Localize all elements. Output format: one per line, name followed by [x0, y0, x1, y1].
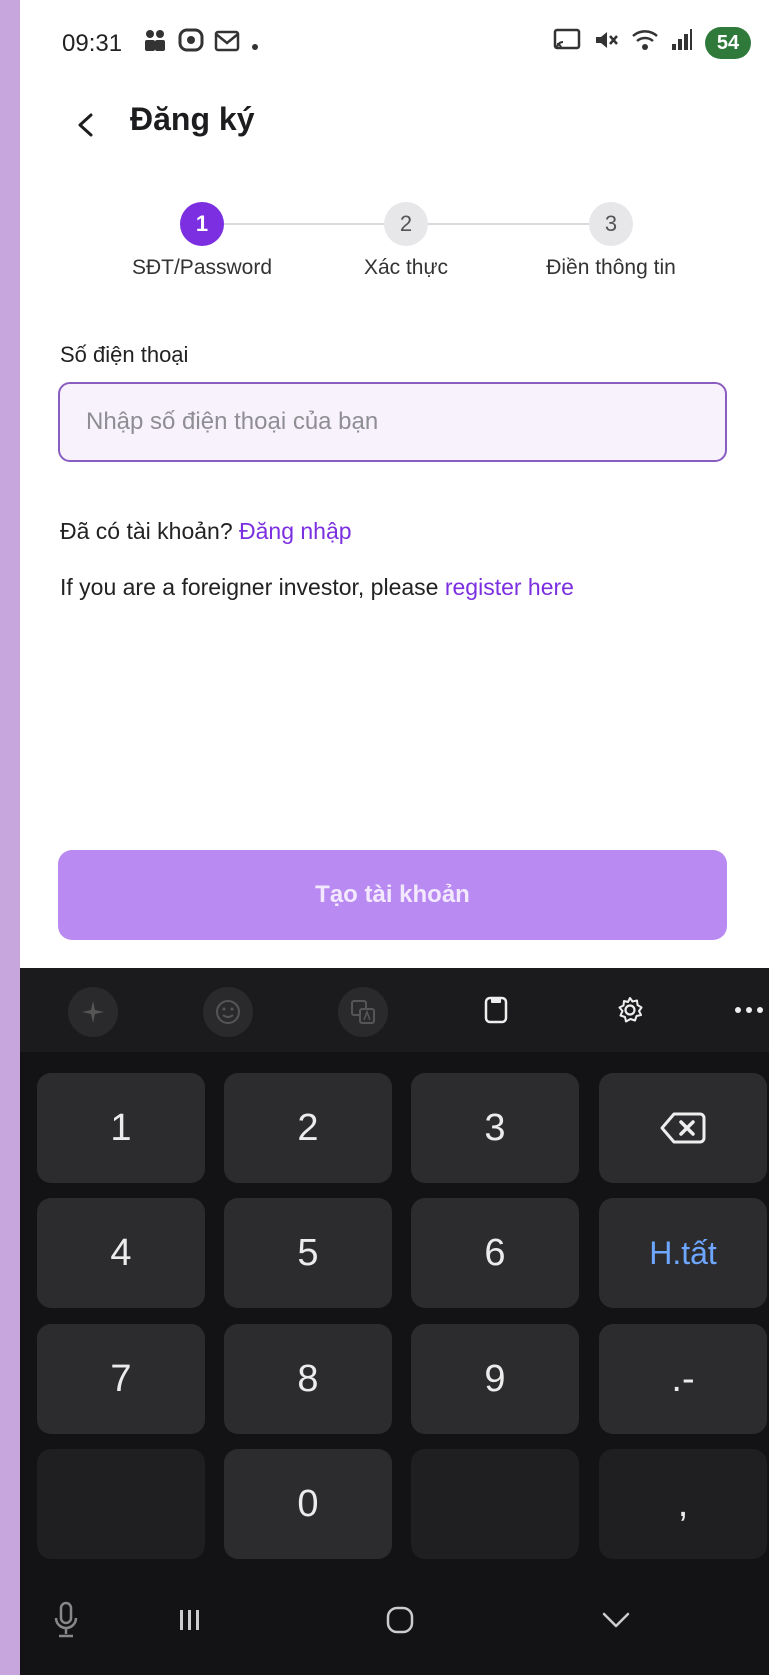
key-0[interactable]: 0 [224, 1449, 392, 1559]
status-time: 09:31 [62, 30, 123, 57]
wifi-icon [631, 28, 659, 58]
foreigner-prompt: If you are a foreigner investor, please … [60, 574, 574, 601]
phone-number-input[interactable] [58, 382, 727, 462]
done-key[interactable]: H.tất [599, 1198, 767, 1308]
more-icon[interactable] [724, 988, 769, 1032]
step-2-label: Xác thực [363, 256, 449, 279]
page-title: Đăng ký [130, 101, 255, 137]
backspace-icon [660, 1112, 706, 1144]
microphone-icon[interactable] [46, 1598, 86, 1642]
step-2-indicator: 2 [384, 202, 428, 246]
home-icon[interactable] [380, 1600, 420, 1640]
mute-icon [593, 28, 619, 58]
emoji-icon[interactable] [203, 987, 253, 1037]
system-icons: 54 [553, 27, 751, 59]
phone-screen: 09:31 54 Đăng ký 1 2 3 SĐT/Password Xác … [20, 0, 769, 1675]
hide-keyboard-icon[interactable] [596, 1600, 636, 1640]
settings-icon[interactable] [605, 988, 655, 1032]
login-prompt: Đã có tài khoản? Đăng nhập [60, 518, 352, 545]
key-1[interactable]: 1 [37, 1073, 205, 1183]
backspace-key[interactable] [599, 1073, 767, 1183]
numeric-keyboard: 1 2 3 4 5 6 H.tất 7 8 9 .- 0 , [20, 968, 769, 1675]
key-4[interactable]: 4 [37, 1198, 205, 1308]
navigation-bar [20, 1568, 769, 1675]
dot-dash-key[interactable]: .- [599, 1324, 767, 1434]
key-2[interactable]: 2 [224, 1073, 392, 1183]
login-prompt-text: Đã có tài khoản? [60, 518, 233, 544]
key-6[interactable]: 6 [411, 1198, 579, 1308]
key-8[interactable]: 8 [224, 1324, 392, 1434]
battery-indicator: 54 [705, 27, 751, 59]
dot-icon [250, 31, 260, 59]
sparkle-icon[interactable] [68, 987, 118, 1037]
foreigner-prompt-text: If you are a foreigner investor, please [60, 574, 439, 600]
clipboard-icon[interactable] [471, 988, 521, 1032]
create-account-button[interactable]: Tạo tài khoản [58, 850, 727, 940]
people-icon [142, 29, 168, 60]
cast-icon [553, 28, 581, 58]
empty-key-right [411, 1449, 579, 1559]
page-header: Đăng ký [20, 95, 769, 155]
back-arrow-icon[interactable] [68, 107, 104, 143]
key-3[interactable]: 3 [411, 1073, 579, 1183]
step-connector [428, 223, 589, 225]
registration-stepper: 1 2 3 SĐT/Password Xác thực Điền thông t… [20, 200, 769, 290]
key-5[interactable]: 5 [224, 1198, 392, 1308]
translate-icon[interactable] [338, 987, 388, 1037]
empty-key-left [37, 1449, 205, 1559]
comma-key[interactable]: , [599, 1449, 767, 1559]
step-connector [221, 223, 384, 225]
step-3-label: Điền thông tin [546, 256, 676, 279]
register-here-link[interactable]: register here [445, 574, 574, 600]
gmail-icon [214, 30, 240, 59]
recent-apps-icon[interactable] [170, 1600, 210, 1640]
status-bar: 09:31 54 [20, 0, 769, 100]
step-3-indicator: 3 [589, 202, 633, 246]
phone-field-label: Số điện thoại [60, 342, 189, 367]
login-link[interactable]: Đăng nhập [239, 518, 352, 544]
notification-icons [142, 28, 260, 61]
key-7[interactable]: 7 [37, 1324, 205, 1434]
messenger-icon [178, 28, 204, 61]
step-1-label: SĐT/Password [131, 256, 273, 279]
signal-icon [671, 28, 693, 58]
step-1-indicator: 1 [180, 202, 224, 246]
key-9[interactable]: 9 [411, 1324, 579, 1434]
keyboard-toolbar [20, 968, 769, 1052]
